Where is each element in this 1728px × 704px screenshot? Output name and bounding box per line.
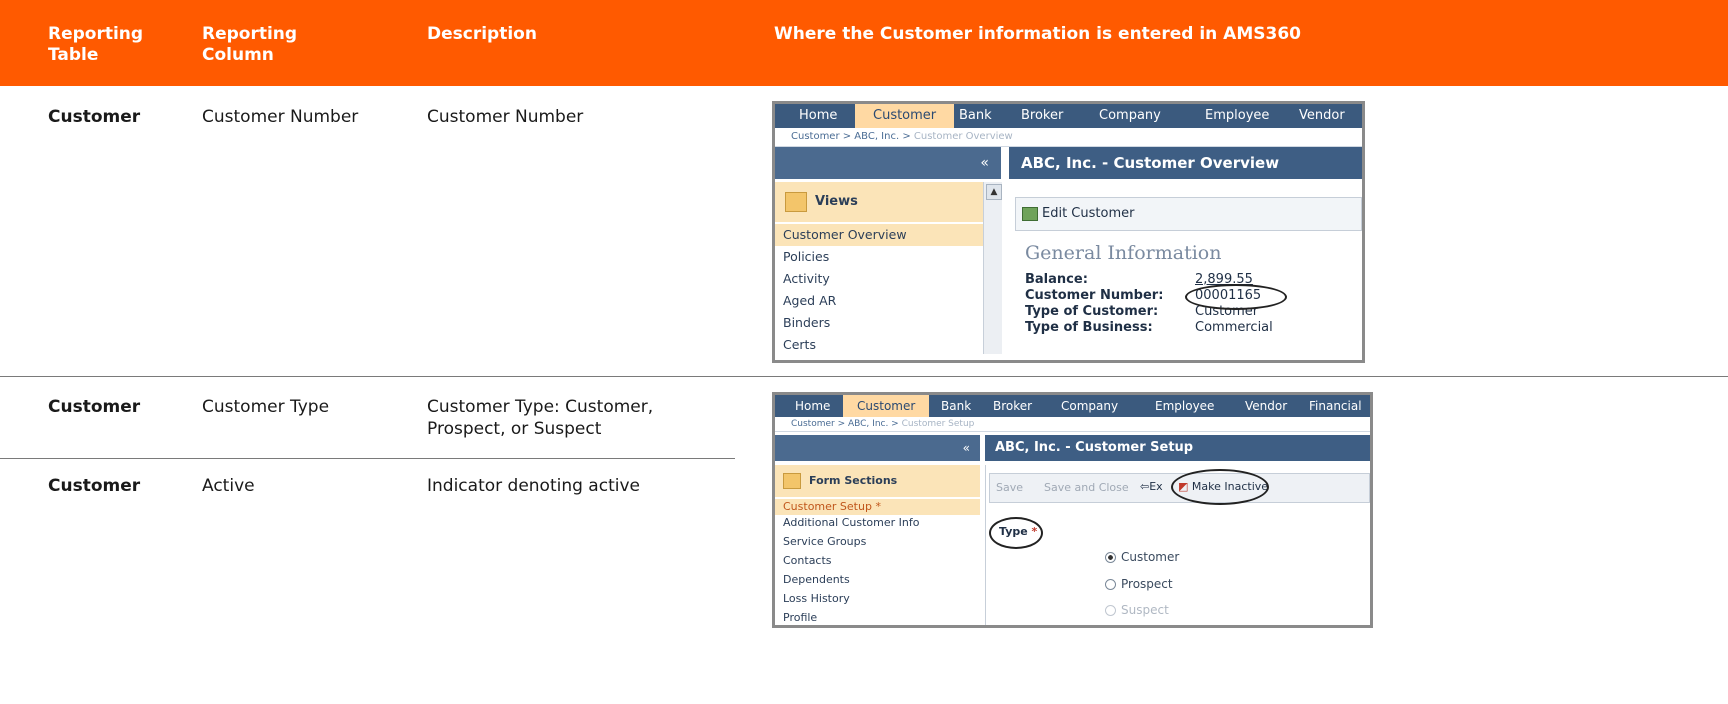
menu-item: Policies [783, 249, 830, 264]
nav-customer: Customer [843, 395, 930, 417]
menu-item: Loss History [783, 592, 850, 605]
panel-title: ABC, Inc. - Customer Setup [985, 435, 1370, 461]
panel-title: ABC, Inc. - Customer Overview [1009, 147, 1362, 179]
panel-divider [985, 465, 986, 625]
row3-column: Active [202, 476, 255, 496]
menu-item: Contacts [783, 554, 832, 567]
toolbar: Edit Customer [1015, 197, 1362, 231]
row2-description: Customer Type: Customer, Prospect, or Su… [427, 397, 654, 439]
breadcrumb: Customer > ABC, Inc. > Customer Setup [775, 417, 1370, 432]
breadcrumb: Customer > ABC, Inc. > Customer Overview [775, 128, 1362, 147]
nav-bank: Bank [941, 399, 972, 413]
nav-broker: Broker [1021, 108, 1064, 123]
menu-item: Service Groups [783, 535, 867, 548]
ams-nav-bar: Home Customer Bank Broker Company Employ… [775, 104, 1362, 128]
nav-home: Home [795, 399, 831, 413]
header-where-entered: Where the Customer information is entere… [774, 24, 1301, 44]
nav-bank: Bank [959, 108, 992, 123]
menu-item: Customer Overview [775, 224, 983, 246]
radio-customer: Customer [1105, 550, 1179, 564]
views-header: Views [775, 182, 983, 222]
row2-column: Customer Type [202, 397, 330, 417]
nav-company: Company [1099, 108, 1161, 123]
menu-item: Certs [783, 337, 816, 352]
edit-customer-button: Edit Customer [1022, 206, 1134, 221]
menu-item: Customer Setup * [775, 499, 980, 515]
row2-table: Customer [48, 397, 141, 417]
row3-table: Customer [48, 476, 141, 496]
exit-button: ⇦Exit [1140, 480, 1163, 493]
header-reporting-table: Reporting Table [48, 24, 144, 65]
row1-column: Customer Number [202, 107, 359, 127]
nav-company: Company [1061, 399, 1119, 413]
save-button: Save [996, 481, 1024, 494]
highlight-oval [989, 517, 1043, 549]
screenshot-customer-overview: Home Customer Bank Broker Company Employ… [772, 101, 1365, 363]
menu-item: Binders [783, 315, 831, 330]
nav-employee: Employee [1155, 399, 1215, 413]
nav-customer: Customer [855, 104, 955, 128]
highlight-oval [1185, 284, 1287, 310]
row1-table: Customer [48, 107, 141, 127]
nav-financial: Financial [1309, 399, 1362, 413]
header-description: Description [427, 24, 537, 44]
row1-description: Customer Number [427, 107, 584, 127]
menu-item: Activity [783, 271, 830, 286]
section-title: General Information [1025, 242, 1222, 264]
nav-home: Home [799, 108, 838, 123]
row3-description: Indicator denoting active [427, 476, 640, 496]
ams-nav-bar: Home Customer Bank Broker Company Employ… [775, 395, 1370, 417]
menu-scrollbar: ▲ [983, 182, 1002, 354]
menu-item: Dependents [783, 573, 850, 586]
views-icon [785, 191, 807, 212]
nav-broker: Broker [993, 399, 1033, 413]
form-sections-icon [783, 473, 801, 489]
menu-item: Aged AR [783, 293, 837, 308]
radio-prospect: Prospect [1105, 577, 1173, 591]
highlight-oval [1171, 469, 1269, 505]
table-header: Reporting Table Reporting Column Descrip… [0, 0, 1728, 86]
nav-vendor: Vendor [1245, 399, 1288, 413]
row-divider [0, 458, 735, 459]
field-row: Type of Business: Commercial [1025, 320, 1273, 335]
nav-vendor: Vendor [1299, 108, 1345, 123]
collapse-panel-icon: « [775, 147, 1001, 179]
save-and-close-button: Save and Close [1044, 481, 1129, 494]
header-reporting-column: Reporting Column [202, 24, 298, 65]
menu-item: Additional Customer Info [783, 516, 920, 529]
form-sections-header: Form Sections [775, 465, 980, 497]
collapse-panel-icon: « [775, 435, 980, 461]
edit-icon [1022, 206, 1038, 221]
row-divider [0, 376, 1728, 377]
radio-suspect: Suspect [1105, 603, 1169, 617]
nav-employee: Employee [1205, 108, 1270, 123]
menu-item: Profile [783, 611, 818, 622]
screenshot-customer-setup: Home Customer Bank Broker Company Employ… [772, 392, 1373, 628]
